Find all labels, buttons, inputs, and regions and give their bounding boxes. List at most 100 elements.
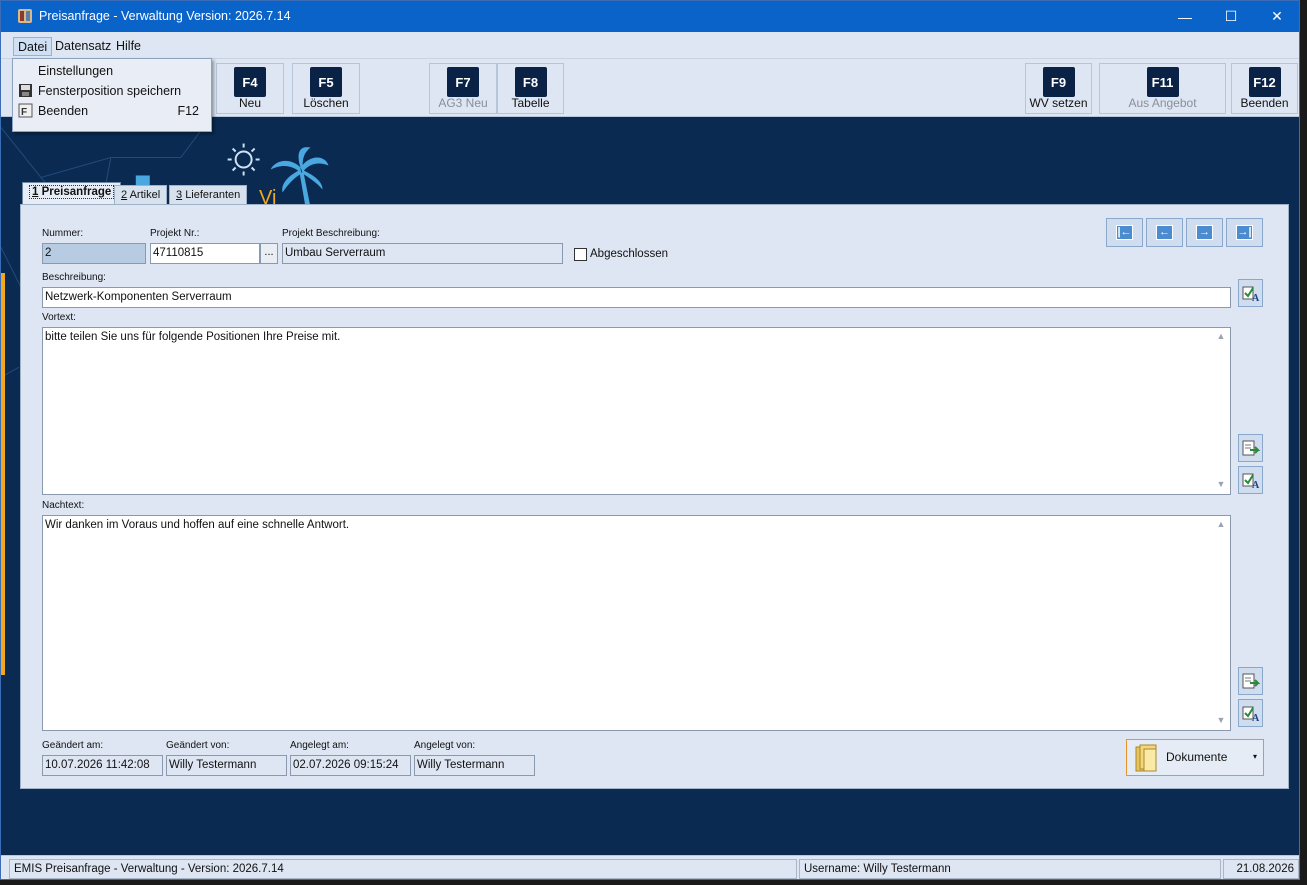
svg-text:F: F (21, 107, 27, 118)
toolbar-button-label: Beenden (1240, 96, 1289, 110)
projekt-nr-field[interactable]: 47110815 (150, 243, 260, 264)
palm-tree-icon (270, 147, 329, 208)
vortext-label: Vortext: (42, 312, 76, 323)
menu-datei[interactable]: Datei (13, 37, 53, 56)
nummer-field[interactable]: 2 (42, 243, 146, 264)
text-format-icon: A (1242, 706, 1260, 722)
angelegt-von-field[interactable]: Willy Testermann (414, 755, 535, 776)
svg-text:A: A (1252, 713, 1260, 722)
projekt-browse-button[interactable]: ... (260, 243, 278, 264)
window-title: Preisanfrage - Verwaltung Version: 2026.… (39, 9, 291, 23)
folder-documents-icon (1135, 744, 1157, 772)
minimize-button[interactable]: — (1162, 1, 1208, 32)
maximize-icon: ☐ (1224, 8, 1238, 24)
nachtext-format-button[interactable]: A (1238, 699, 1263, 727)
tab-label: Lieferanten (185, 189, 241, 201)
dokumente-button[interactable]: Dokumente ▾ (1126, 739, 1264, 776)
beschreibung-field[interactable]: Netzwerk-Komponenten Serverraum (42, 287, 1231, 308)
nachtext-insert-button[interactable] (1238, 667, 1263, 695)
nummer-label: Nummer: (42, 228, 84, 239)
nav-next-button[interactable]: → (1186, 218, 1223, 247)
app-logo-icon (18, 9, 32, 23)
angelegt-am-label: Angelegt am: (290, 740, 349, 751)
status-date: 21.08.2026 (1223, 859, 1299, 879)
toolbar-button-aus-angebot[interactable]: F11 Aus Angebot (1099, 63, 1226, 114)
scroll-down-icon[interactable]: ▼ (1214, 479, 1228, 491)
arrow-right-icon: → (1196, 225, 1213, 240)
nachtext-content: Wir danken im Voraus und hoffen auf eine… (45, 519, 350, 531)
toolbar-button-label: AG3 Neu (438, 96, 488, 110)
svg-text:A: A (1252, 480, 1260, 489)
angelegt-von-label: Angelegt von: (414, 740, 476, 751)
text-format-icon: A (1242, 286, 1260, 302)
tab-label: Artikel (129, 189, 161, 201)
close-icon: ✕ (1271, 8, 1283, 24)
last-record-icon: →| (1236, 225, 1253, 240)
projekt-nr-label: Projekt Nr.: (150, 228, 200, 239)
scroll-down-icon[interactable]: ▼ (1214, 715, 1228, 727)
key-badge: F8 (514, 67, 547, 97)
toolbar-button-label: Tabelle (511, 96, 550, 110)
menu-item-fensterposition-speichern[interactable]: Fensterposition speichern (13, 81, 211, 101)
toolbar-button-beenden[interactable]: F12 Beenden (1231, 63, 1298, 114)
geaendert-am-field[interactable]: 10.07.2026 11:42:08 (42, 755, 163, 776)
menu-item-label: Fensterposition speichern (38, 84, 182, 98)
status-bar: EMIS Preisanfrage - Verwaltung - Version… (1, 855, 1299, 879)
insert-text-icon (1242, 673, 1260, 689)
toolbar-button-neu[interactable]: F4 Neu (216, 63, 284, 114)
tab-hotkey: 3 (176, 189, 183, 201)
projekt-beschreibung-field[interactable]: Umbau Serverraum (282, 243, 563, 264)
vortext-textarea[interactable]: bitte teilen Sie uns für folgende Positi… (42, 327, 1231, 495)
menu-item-einstellungen[interactable]: Einstellungen (13, 61, 211, 81)
toolbar-button-ag3-neu[interactable]: F7 AG3 Neu (429, 63, 497, 114)
title-bar: Preisanfrage - Verwaltung Version: 2026.… (1, 1, 1299, 32)
toolbar-button-wv-setzen[interactable]: F9 WV setzen (1025, 63, 1092, 114)
toolbar-button-loeschen[interactable]: F5 Löschen (292, 63, 360, 114)
toolbar-button-label: WV setzen (1029, 96, 1088, 110)
key-badge: F9 (1042, 67, 1075, 97)
scroll-up-icon[interactable]: ▲ (1214, 331, 1228, 343)
abgeschlossen-checkbox[interactable] (574, 248, 587, 261)
app-window: Preisanfrage - Verwaltung Version: 2026.… (0, 0, 1300, 880)
toolbar-button-tabelle[interactable]: F8 Tabelle (497, 63, 564, 114)
status-app-info: EMIS Preisanfrage - Verwaltung - Version… (9, 859, 797, 879)
projekt-beschreibung-label: Projekt Beschreibung: (282, 228, 380, 239)
tab-hotkey: 1 (32, 186, 39, 198)
tab-preisanfrage[interactable]: 1 Preisanfrage (22, 182, 122, 205)
tab-hotkey: 2 (121, 189, 128, 201)
floppy-disk-icon (19, 84, 32, 97)
nachtext-textarea[interactable]: Wir danken im Voraus und hoffen auf eine… (42, 515, 1231, 731)
vortext-insert-button[interactable] (1238, 434, 1263, 462)
menu-item-label: Einstellungen (38, 64, 114, 78)
geaendert-von-field[interactable]: Willy Testermann (166, 755, 287, 776)
tab-lieferanten[interactable]: 3 Lieferanten (169, 185, 248, 205)
left-accent-bar (1, 273, 5, 675)
nav-first-button[interactable]: |← (1106, 218, 1143, 247)
nav-last-button[interactable]: →| (1226, 218, 1263, 247)
geaendert-von-label: Geändert von: (166, 740, 230, 751)
key-badge: F4 (234, 67, 266, 97)
close-button[interactable]: ✕ (1254, 1, 1299, 32)
angelegt-am-field[interactable]: 02.07.2026 09:15:24 (290, 755, 411, 776)
exit-icon: F (18, 103, 33, 118)
menu-hilfe[interactable]: Hilfe (112, 37, 145, 56)
toolbar-button-label: Neu (238, 96, 261, 110)
beschreibung-label: Beschreibung: (42, 272, 106, 283)
beschreibung-format-button[interactable]: A (1238, 279, 1263, 307)
geaendert-am-label: Geändert am: (42, 740, 104, 751)
dokumente-label: Dokumente (1166, 750, 1228, 764)
first-record-icon: |← (1116, 225, 1133, 240)
vortext-format-button[interactable]: A (1238, 466, 1263, 494)
menu-datensatz[interactable]: Datensatz (51, 37, 115, 56)
svg-text:A: A (1252, 293, 1260, 302)
menu-bar: Datei Datensatz Hilfe (1, 32, 1299, 59)
menu-item-shortcut: F12 (177, 104, 199, 118)
scroll-up-icon[interactable]: ▲ (1214, 519, 1228, 531)
key-badge: F11 (1146, 67, 1179, 97)
menu-item-beenden[interactable]: F Beenden F12 (13, 101, 211, 121)
menu-item-label: Beenden (38, 104, 89, 118)
maximize-button[interactable]: ☐ (1208, 1, 1254, 32)
text-format-icon: A (1242, 473, 1260, 489)
nav-prev-button[interactable]: ← (1146, 218, 1183, 247)
tab-artikel[interactable]: 2 Artikel (114, 185, 168, 205)
